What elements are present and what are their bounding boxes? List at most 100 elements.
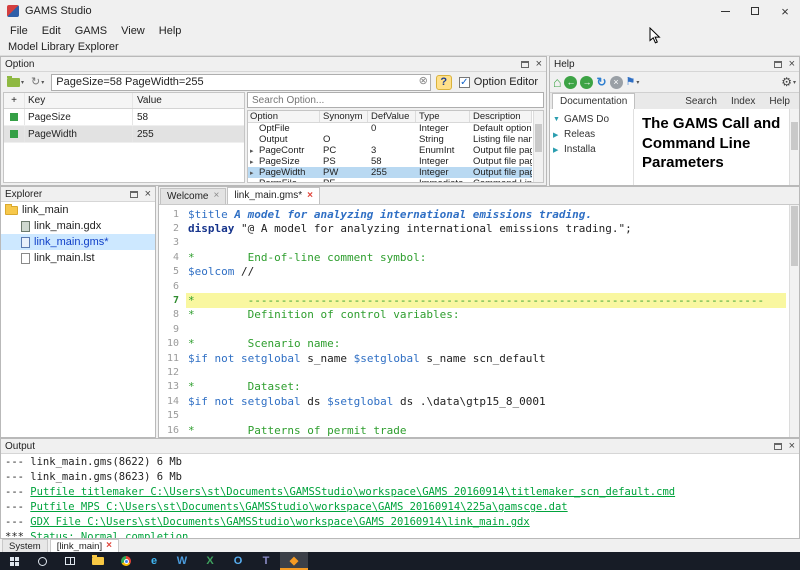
- explorer-group-link-main[interactable]: link_main: [1, 202, 155, 218]
- help-scrollbar[interactable]: [789, 109, 799, 185]
- explorer-file-gms[interactable]: link_main.gms*: [1, 234, 155, 250]
- code-line[interactable]: 14 $if not setglobal ds $setglobal ds .\d…: [159, 394, 786, 408]
- close-panel-icon[interactable]: ×: [536, 58, 542, 70]
- taskbar-start[interactable]: [0, 552, 28, 570]
- menu-gams[interactable]: GAMS: [68, 24, 114, 38]
- process-tab[interactable]: [link_main] ×: [49, 539, 119, 552]
- taskbar-gams-studio[interactable]: ◆: [280, 552, 308, 570]
- option-row[interactable]: ▸OptFile 0 Integer Default option file: [248, 123, 532, 134]
- explorer-file-lst[interactable]: link_main.lst: [1, 250, 155, 266]
- output-link[interactable]: GDX File C:\Users\st\Documents\GAMSStudi…: [30, 516, 529, 528]
- taskbar-word[interactable]: W: [168, 552, 196, 570]
- maximize-button[interactable]: [740, 0, 770, 22]
- option-row[interactable]: ▸PageContr PC 3 EnumInt Output file page con…: [248, 145, 532, 156]
- output-link[interactable]: Putfile titlemaker C:\Users\st\Documents…: [30, 486, 675, 498]
- taskbar-outlook[interactable]: O: [224, 552, 252, 570]
- close-panel-icon[interactable]: ×: [145, 188, 151, 200]
- reload-option-button[interactable]: ↻ ▾: [29, 74, 46, 91]
- option-row[interactable]: ▸Output O String Listing file name: [248, 134, 532, 145]
- option-row[interactable]: ▸PageSize PS 58 Integer Output file page siz…: [248, 156, 532, 167]
- taskbar-excel[interactable]: X: [196, 552, 224, 570]
- help-settings-button[interactable]: ⚙ ▾: [781, 76, 796, 88]
- code-lines[interactable]: 1 $title A model for analyzing internatio…: [159, 207, 786, 437]
- stop-button[interactable]: ×: [609, 75, 623, 89]
- code-line[interactable]: 1 $title A model for analyzing internatio…: [159, 207, 786, 221]
- help-tab-help[interactable]: Help: [762, 94, 797, 109]
- close-panel-icon[interactable]: ×: [789, 58, 795, 70]
- code-line[interactable]: 15: [159, 408, 786, 422]
- scrollbar-thumb[interactable]: [791, 122, 798, 150]
- minimize-button[interactable]: [710, 0, 740, 22]
- search-option-input[interactable]: [247, 92, 544, 108]
- taskbar-edge[interactable]: e: [140, 552, 168, 570]
- column-header-option[interactable]: Option: [248, 111, 320, 122]
- float-panel-icon[interactable]: [773, 60, 782, 68]
- taskbar-chrome[interactable]: [112, 552, 140, 570]
- close-panel-icon[interactable]: ×: [789, 440, 795, 452]
- editor-scrollbar[interactable]: [789, 205, 799, 437]
- close-button[interactable]: ×: [770, 0, 800, 22]
- close-tab-icon[interactable]: ×: [214, 191, 220, 201]
- code-line[interactable]: 8 * Definition of control variables:: [159, 308, 786, 322]
- column-header-defvalue[interactable]: DefValue: [368, 111, 416, 122]
- close-tab-icon[interactable]: ×: [307, 190, 313, 201]
- column-header-add[interactable]: +: [4, 93, 24, 108]
- float-panel-icon[interactable]: [129, 190, 138, 198]
- taskbar-search[interactable]: [28, 552, 56, 570]
- code-line[interactable]: 5 $eolcom //: [159, 265, 786, 279]
- options-table-scrollbar[interactable]: [533, 111, 543, 182]
- model-library-explorer-button[interactable]: Model Library Explorer: [0, 41, 127, 53]
- defined-option-row[interactable]: PageWidth 255: [4, 126, 244, 143]
- column-header-type[interactable]: Type: [416, 111, 470, 122]
- taskbar-task-view[interactable]: [56, 552, 84, 570]
- column-header-synonym[interactable]: Synonym: [320, 111, 368, 122]
- refresh-button[interactable]: ↻: [596, 76, 606, 88]
- float-panel-icon[interactable]: [520, 60, 529, 68]
- code-line[interactable]: 6: [159, 279, 786, 293]
- explorer-file-gdx[interactable]: link_main.gdx: [1, 218, 155, 234]
- code-line[interactable]: 16 * Patterns of permit trade: [159, 423, 786, 437]
- defined-option-row[interactable]: PageSize 58: [4, 109, 244, 126]
- help-tab-search[interactable]: Search: [678, 94, 724, 109]
- output-link[interactable]: Putfile MPS C:\Users\st\Documents\GAMSSt…: [30, 501, 567, 513]
- menu-help[interactable]: Help: [152, 24, 189, 38]
- help-tree-item[interactable]: ▶ Installa: [550, 142, 633, 157]
- column-header-key[interactable]: Key: [24, 93, 132, 108]
- help-tree-item[interactable]: ▼ GAMS Do: [550, 112, 633, 127]
- code-line[interactable]: 2 display "@ A model for analyzing intern…: [159, 221, 786, 235]
- code-line[interactable]: 11 $if not setglobal s_name $setglobal s_…: [159, 351, 786, 365]
- back-button[interactable]: ←: [564, 75, 578, 89]
- help-tab-index[interactable]: Index: [724, 94, 762, 109]
- output-link[interactable]: Status: Normal completion: [30, 531, 188, 538]
- taskbar-file-explorer[interactable]: [84, 552, 112, 570]
- code-line[interactable]: 10 * Scenario name:: [159, 337, 786, 351]
- code-editor[interactable]: 1 $title A model for analyzing internatio…: [159, 205, 799, 437]
- scrollbar-thumb[interactable]: [535, 124, 542, 152]
- menu-file[interactable]: File: [3, 24, 35, 38]
- code-line[interactable]: 9: [159, 322, 786, 336]
- editor-tab[interactable]: link_main.gms* ×: [227, 187, 320, 204]
- forward-button[interactable]: →: [580, 75, 594, 89]
- code-line[interactable]: 13 * Dataset:: [159, 380, 786, 394]
- close-tab-icon[interactable]: ×: [106, 541, 112, 551]
- bookmark-button[interactable]: ⚑ ▾: [626, 76, 640, 88]
- column-header-description[interactable]: Description: [470, 111, 532, 122]
- option-editor-toggle[interactable]: ✓ Option Editor: [455, 76, 542, 88]
- column-header-value[interactable]: Value: [132, 93, 244, 108]
- menu-view[interactable]: View: [114, 24, 152, 38]
- code-line[interactable]: 3: [159, 236, 786, 250]
- option-row[interactable]: ▸PageWidth PW 255 Integer Output file page w…: [248, 167, 532, 178]
- code-line[interactable]: 7 * -------------------------------------…: [159, 293, 786, 308]
- process-tab[interactable]: System: [2, 539, 48, 552]
- menu-edit[interactable]: Edit: [35, 24, 68, 38]
- taskbar-teams[interactable]: T: [252, 552, 280, 570]
- option-help-button[interactable]: ?: [435, 74, 452, 90]
- clear-input-icon[interactable]: ⊗: [419, 75, 428, 87]
- code-line[interactable]: 12: [159, 365, 786, 379]
- editor-tab[interactable]: Welcome ×: [160, 188, 227, 204]
- option-row[interactable]: ▸PermFilePF ImmediateCommand Line Param..…: [248, 178, 532, 182]
- help-tree-item[interactable]: ▶ Releas: [550, 127, 633, 142]
- code-line[interactable]: 4 * End-of-line comment symbol:: [159, 250, 786, 264]
- scrollbar-thumb[interactable]: [791, 206, 798, 266]
- float-panel-icon[interactable]: [773, 442, 782, 450]
